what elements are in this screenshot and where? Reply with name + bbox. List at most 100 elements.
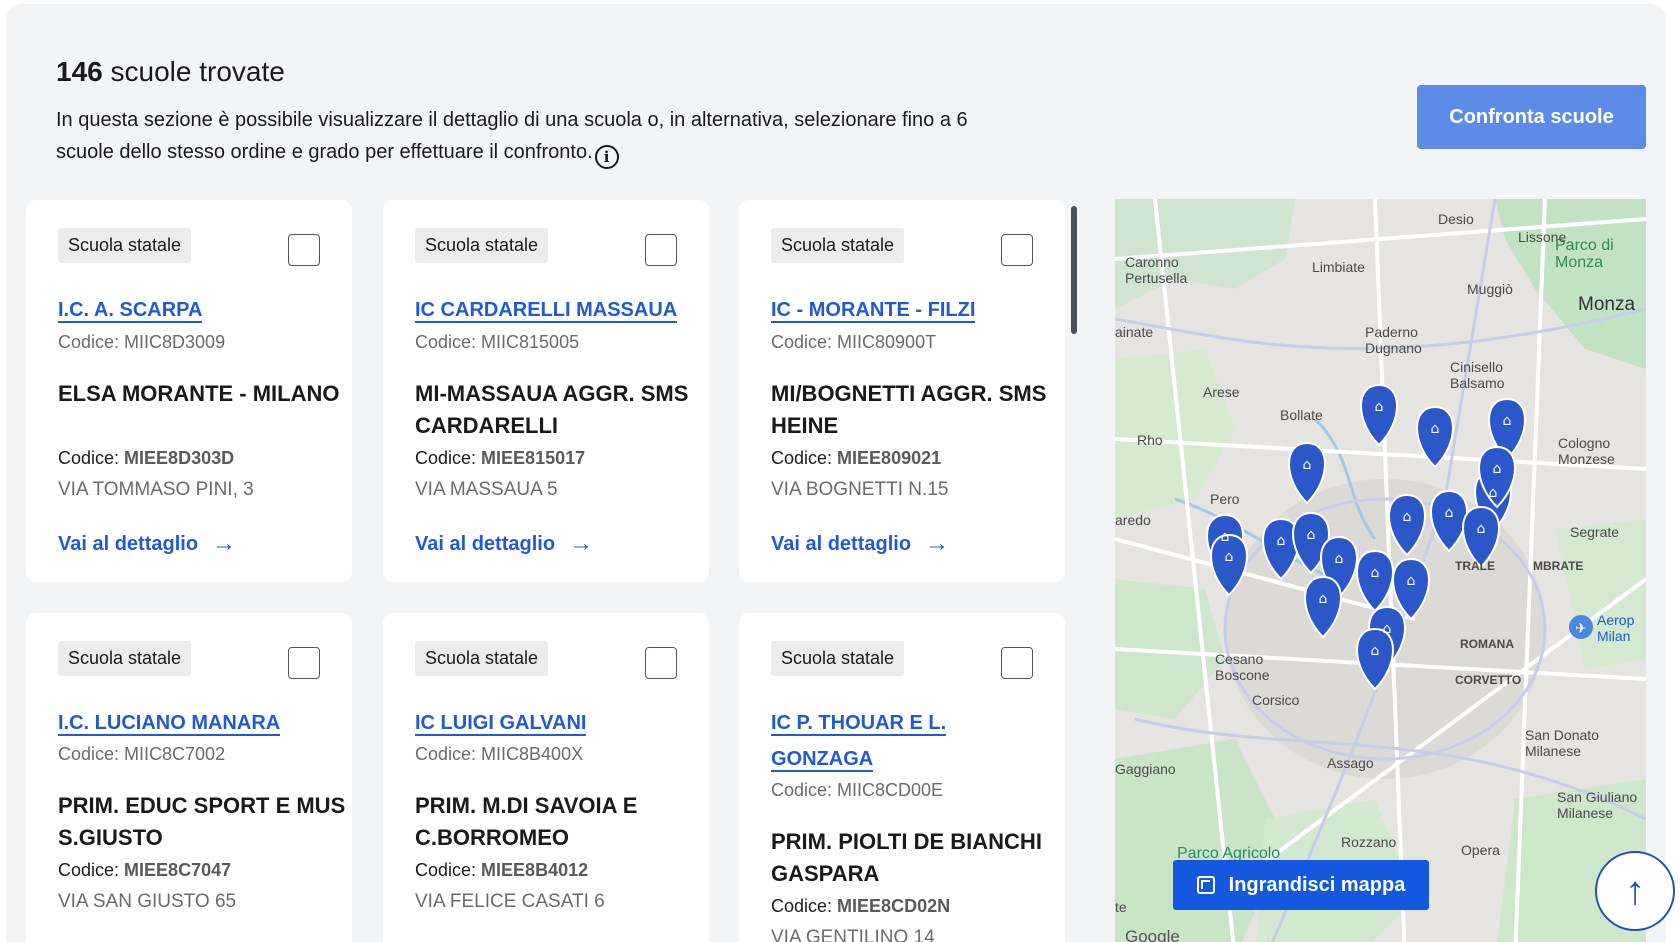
svg-text:⌂: ⌂ [1489, 485, 1498, 501]
plesso-code: Codice: MIEE8CD02N [771, 896, 951, 916]
plesso-name: MI-MASSAUA AGGR. SMS CARDARELLI [415, 381, 689, 438]
plesso-code: Codice: MIEE815017 [415, 448, 586, 468]
results-description: In questa sezione è possibile visualizza… [56, 104, 1006, 169]
svg-text:⌂: ⌂ [1371, 643, 1380, 659]
map-label: TRALE [1455, 559, 1495, 573]
school-link[interactable]: I.C. A. SCARPA [58, 292, 328, 328]
svg-text:⌂: ⌂ [1307, 527, 1316, 543]
map-label: Cinisello Balsamo [1450, 359, 1505, 391]
map-label: CORVETTO [1455, 673, 1522, 687]
arrow-right-icon: → [569, 530, 594, 557]
detail-link[interactable]: Vai al dettaglio → [415, 530, 593, 558]
svg-text:⌂: ⌂ [1221, 529, 1230, 545]
school-type-tag: Scuola statale [58, 228, 192, 263]
school-card: Scuola statale IC LUIGI GALVANI Codice: … [383, 613, 709, 942]
plesso-code: Codice: MIEE8D303D [58, 448, 235, 468]
scroll-to-top-button[interactable]: ↑ [1595, 851, 1675, 931]
school-card: Scuola statale IC CARDARELLI MASSAUA Cod… [383, 200, 709, 582]
school-link[interactable]: IC P. THOUAR E L. GONZAGA [771, 705, 1041, 777]
compare-checkbox[interactable] [645, 647, 677, 679]
map-label: ROMANA [1460, 637, 1514, 651]
schools-map[interactable]: ⌂ ⌂ ⌂ ⌂ ⌂ ⌂ ⌂ ⌂ ⌂ ⌂ ⌂ ⌂ ⌂ ⌂ ⌂ ⌂ ⌂ ⌂ ⌂ ✈ Desio Lisson… [1115, 199, 1646, 942]
school-card: Scuola statale IC - MORANTE - FILZI Codi… [739, 200, 1065, 582]
map-label: te [1115, 899, 1127, 915]
school-code: Codice: MIIC8B400X [415, 744, 584, 764]
compare-checkbox[interactable] [288, 234, 320, 266]
compare-schools-button[interactable]: Confronta scuole [1417, 85, 1646, 149]
school-link[interactable]: IC - MORANTE - FILZI [771, 292, 1041, 328]
map-label: Cologno Monzese [1558, 435, 1615, 467]
compare-checkbox[interactable] [645, 234, 677, 266]
map-label: Muggiò [1467, 281, 1513, 297]
map-label: Parco di Monza [1555, 237, 1614, 271]
map-label: Desio [1438, 211, 1474, 227]
enlarge-map-button[interactable]: Ingrandisci mappa [1173, 860, 1429, 910]
svg-text:⌂: ⌂ [1225, 549, 1234, 565]
school-code: Codice: MIIC8CD00E [771, 780, 944, 800]
svg-text:✈: ✈ [1575, 621, 1587, 637]
svg-text:⌂: ⌂ [1431, 421, 1440, 437]
info-icon[interactable]: i [594, 145, 619, 169]
plesso-code: Codice: MIEE8B4012 [415, 860, 589, 880]
svg-text:⌂: ⌂ [1277, 533, 1286, 549]
school-link[interactable]: IC CARDARELLI MASSAUA [415, 292, 685, 328]
expand-icon [1196, 876, 1215, 894]
detail-link[interactable]: Vai al dettaglio → [771, 530, 949, 558]
plesso-name: MI/BOGNETTI AGGR. SMS HEINE [771, 381, 1047, 438]
school-type-tag: Scuola statale [415, 228, 549, 263]
detail-link[interactable]: Vai al dettaglio → [58, 530, 236, 558]
arrow-right-icon: → [925, 530, 950, 557]
svg-text:⌂: ⌂ [1319, 591, 1328, 607]
svg-text:⌂: ⌂ [1403, 509, 1412, 525]
plesso-name: PRIM. EDUC SPORT E MUS S.GIUSTO [58, 793, 346, 850]
school-type-tag: Scuola statale [771, 641, 905, 676]
school-link[interactable]: I.C. LUCIANO MANARA [58, 705, 328, 741]
plesso-code: Codice: MIEE809021 [771, 448, 942, 468]
map-label: San Donato Milanese [1525, 727, 1599, 759]
svg-text:⌂: ⌂ [1503, 413, 1512, 429]
school-card: Scuola statale I.C. LUCIANO MANARA Codic… [26, 613, 352, 942]
list-scrollbar[interactable] [1071, 206, 1077, 334]
map-label: ainate [1115, 324, 1154, 340]
compare-checkbox[interactable] [1001, 647, 1033, 679]
plesso-code: Codice: MIEE8C7047 [58, 860, 232, 880]
map-label: Limbiate [1312, 259, 1365, 275]
svg-text:⌂: ⌂ [1383, 621, 1392, 637]
map-label: Bollate [1280, 407, 1323, 423]
svg-text:⌂: ⌂ [1445, 505, 1454, 521]
arrow-right-icon: → [212, 530, 237, 557]
map-label: Paderno Dugnano [1365, 324, 1422, 356]
plesso-address: VIA BOGNETTI N.15 [771, 479, 949, 500]
map-label: Aerop Milan [1597, 612, 1635, 644]
svg-text:⌂: ⌂ [1371, 565, 1380, 581]
svg-text:⌂: ⌂ [1303, 457, 1312, 473]
map-label: Arese [1203, 384, 1240, 400]
school-code: Codice: MIIC8C7002 [58, 744, 226, 764]
plesso-address: VIA TOMMASO PINI, 3 [58, 479, 254, 500]
svg-text:⌂: ⌂ [1335, 551, 1344, 567]
map-label: Monza [1578, 294, 1636, 315]
plesso-name: PRIM. M.DI SAVOIA E C.BORROMEO [415, 793, 638, 850]
plesso-address: VIA SAN GIUSTO 65 [58, 891, 237, 912]
map-label: Pero [1210, 491, 1240, 507]
school-card: Scuola statale I.C. A. SCARPA Codice: MI… [26, 200, 352, 582]
school-code: Codice: MIIC80900T [771, 332, 937, 352]
plesso-address: VIA MASSAUA 5 [415, 479, 558, 500]
map-label: Assago [1327, 755, 1374, 771]
compare-checkbox[interactable] [1001, 234, 1033, 266]
map-label: Rozzano [1341, 834, 1397, 850]
svg-text:⌂: ⌂ [1407, 573, 1416, 589]
map-label: MBRATE [1533, 559, 1584, 573]
results-count: 146 scuole trovate [56, 56, 285, 87]
school-code: Codice: MIIC8D3009 [58, 332, 226, 352]
plesso-address: VIA GENTILINO 14 [771, 927, 935, 942]
school-card: Scuola statale IC P. THOUAR E L. GONZAGA… [739, 613, 1065, 942]
school-type-tag: Scuola statale [771, 228, 905, 263]
compare-checkbox[interactable] [288, 647, 320, 679]
school-link[interactable]: IC LUIGI GALVANI [415, 705, 685, 741]
plesso-address: VIA FELICE CASATI 6 [415, 891, 605, 912]
svg-text:⌂: ⌂ [1493, 461, 1502, 477]
school-type-tag: Scuola statale [58, 641, 192, 676]
svg-text:⌂: ⌂ [1375, 399, 1384, 415]
plesso-name: ELSA MORANTE - MILANO [58, 381, 340, 406]
